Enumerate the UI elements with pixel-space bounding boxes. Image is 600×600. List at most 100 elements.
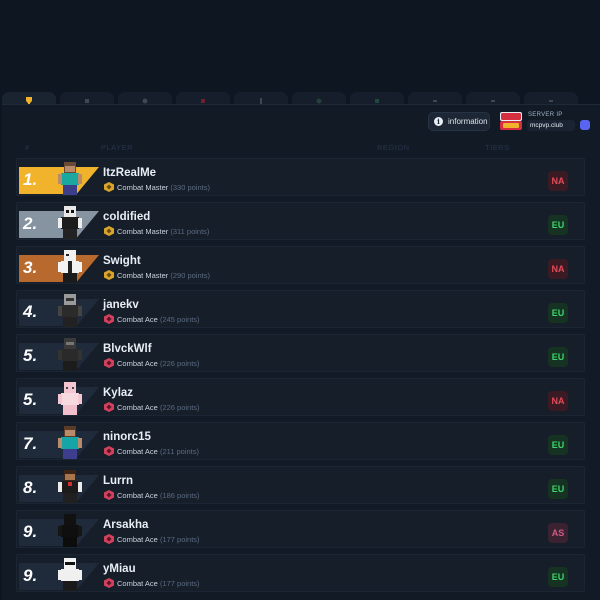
player-avatar [58,250,82,283]
player-title: Combat Master (290 points) [117,271,210,280]
region-badge: EU [548,347,568,367]
title-text: Combat Master [117,271,169,280]
leaderboard-row[interactable]: 3. Swight Combat Master (290 points) NA [16,246,585,284]
rank-number: 7. [23,434,38,453]
player-avatar [58,558,82,591]
player-title: Combat Ace (226 points) [117,359,200,368]
pvp-club-logo [500,112,522,130]
leaderboard-row[interactable]: 8. Lurrn Combat Ace (186 points) EU [16,466,585,504]
leaderboard-row[interactable]: 2. coldified Combat Master (311 points) … [16,202,585,240]
region-badge: EU [548,435,568,455]
leaderboard-row[interactable]: 9. Arsakha Combat Ace (177 points) AS [16,510,585,548]
title-text: Combat Ace [117,491,158,500]
column-region: REGION [377,143,410,152]
rank-number: 1. [23,170,38,189]
information-label: information [448,117,488,126]
title-text: Combat Master [117,227,169,236]
region-badge: EU [548,479,568,499]
player-name[interactable]: janekv [103,299,139,311]
player-avatar [58,294,82,327]
column-tiers: TIERS [485,143,510,152]
player-avatar [58,382,82,415]
player-title: Combat Ace (245 points) [117,315,200,324]
points-text: (211 points) [159,447,200,456]
combat-ace-icon [104,402,114,412]
player-name[interactable]: BlvckWlf [103,343,152,355]
region-badge: NA [548,259,568,279]
player-name[interactable]: Lurrn [103,475,133,487]
server-ip-label: SERVER IP [528,112,563,118]
player-title: Combat Ace (226 points) [117,403,200,412]
points-text: (177 points) [159,535,200,544]
combat-ace-icon [104,446,114,456]
rank-number: 2. [23,214,38,233]
player-title: Combat Master (311 points) [117,227,209,236]
combat-ace-icon [104,490,114,500]
region-badge: NA [548,171,568,191]
player-title: Combat Ace (177 points) [117,579,200,588]
title-text: Combat Master [117,183,169,192]
title-text: Combat Ace [117,535,158,544]
information-button[interactable]: i information [428,112,490,131]
region-badge: AS [548,523,568,543]
player-avatar [58,206,82,239]
player-name[interactable]: Swight [103,255,141,267]
points-text: (290 points) [170,271,210,280]
region-badge: EU [548,215,568,235]
player-name[interactable]: Arsakha [103,519,148,531]
title-text: Combat Ace [117,359,158,368]
info-icon: i [434,117,443,126]
title-text: Combat Ace [117,315,158,324]
points-text: (226 points) [159,403,200,412]
server-ip-copy[interactable]: mcpvp.club [527,120,575,131]
points-text: (186 points) [159,491,200,500]
points-text: (330 points) [170,183,210,192]
player-name[interactable]: ItzRealMe [103,167,156,179]
combat-ace-icon [104,578,114,588]
player-avatar [58,514,82,547]
player-name[interactable]: coldified [103,211,150,223]
player-title: Combat Master (330 points) [117,183,210,192]
points-text: (226 points) [159,359,200,368]
leaderboard-row[interactable]: 4. janekv Combat Ace (245 points) EU [16,290,585,328]
column-player: PLAYER [101,143,134,152]
discord-icon[interactable] [580,120,590,130]
combat-ace-icon [104,358,114,368]
leaderboard-row[interactable]: 5. BlvckWlf Combat Ace (226 points) EU [16,334,585,372]
rank-number: 5. [23,346,38,365]
region-badge: EU [548,303,568,323]
rank-number: 9. [23,522,38,541]
points-text: (245 points) [159,315,200,324]
rank-number: 9. [23,566,38,585]
player-name[interactable]: ninorc15 [103,431,151,443]
title-text: Combat Ace [117,403,158,412]
combat-master-icon [104,182,114,192]
rank-number: 8. [23,478,38,497]
player-title: Combat Ace (186 points) [117,491,200,500]
leaderboard-row[interactable]: 7. ninorc15 Combat Ace (211 points) EU [16,422,585,460]
player-avatar [58,426,82,459]
player-avatar [58,338,82,371]
combat-ace-icon [104,314,114,324]
points-text: (177 points) [159,579,200,588]
rank-number: 4. [23,302,38,321]
combat-ace-icon [104,534,114,544]
points-text: (311 points) [170,227,210,236]
region-badge: EU [548,567,568,587]
player-name[interactable]: yMiau [103,563,136,575]
region-badge: NA [548,391,568,411]
leaderboard-row[interactable]: 5. Kylaz Combat Ace (226 points) NA [16,378,585,416]
player-title: Combat Ace (177 points) [117,535,200,544]
player-avatar [58,470,82,503]
column-rank: # [25,143,30,152]
leaderboard-row[interactable]: 9. yMiau Combat Ace (177 points) EU [16,554,585,592]
title-text: Combat Ace [117,447,158,456]
player-avatar [58,162,82,195]
title-text: Combat Ace [117,579,158,588]
player-title: Combat Ace (211 points) [117,447,199,456]
rank-number: 5. [23,390,38,409]
combat-master-icon [104,270,114,280]
player-name[interactable]: Kylaz [103,387,133,399]
combat-master-icon [104,226,114,236]
leaderboard-row[interactable]: 1. ItzRealMe Combat Master (330 points) … [16,158,585,196]
